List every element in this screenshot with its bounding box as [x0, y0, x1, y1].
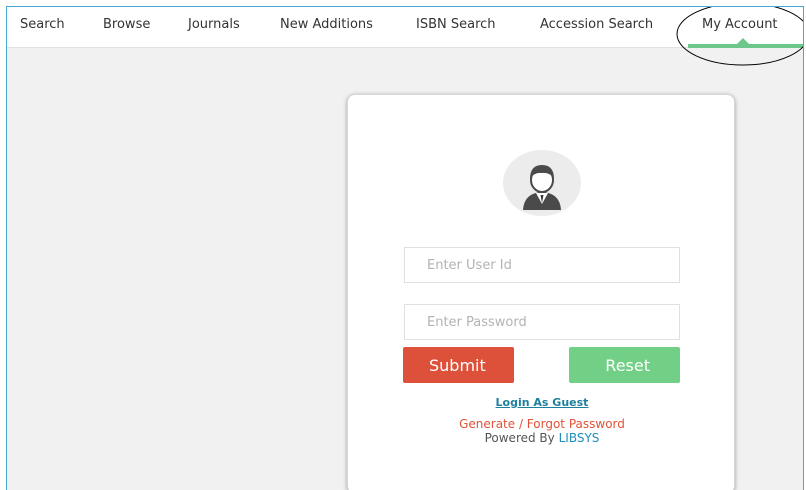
forgot-password-link[interactable]: Generate / Forgot Password: [348, 417, 736, 431]
submit-button[interactable]: Submit: [403, 347, 514, 383]
annotation-ellipse: [676, 7, 803, 66]
nav-item-isbn-search[interactable]: ISBN Search: [416, 17, 496, 32]
libsys-brand: LIBSYS: [558, 431, 600, 445]
password-input[interactable]: [404, 304, 680, 340]
user-avatar-icon: [503, 150, 581, 216]
app-frame: Search Browse Journals New Additions ISB…: [6, 6, 804, 490]
login-card: Submit Reset Login As Guest Generate / F…: [347, 94, 735, 490]
powered-by-text: Powered By LIBSYS: [348, 431, 736, 445]
powered-by-prefix: Powered By: [484, 431, 555, 445]
nav-item-browse[interactable]: Browse: [103, 17, 150, 32]
nav-item-search[interactable]: Search: [20, 17, 65, 32]
nav-item-new-additions[interactable]: New Additions: [280, 17, 373, 32]
reset-button[interactable]: Reset: [569, 347, 680, 383]
nav-item-journals[interactable]: Journals: [188, 17, 240, 32]
user-id-input[interactable]: [404, 247, 680, 283]
login-as-guest-link[interactable]: Login As Guest: [348, 396, 736, 409]
nav-item-accession-search[interactable]: Accession Search: [540, 17, 653, 32]
